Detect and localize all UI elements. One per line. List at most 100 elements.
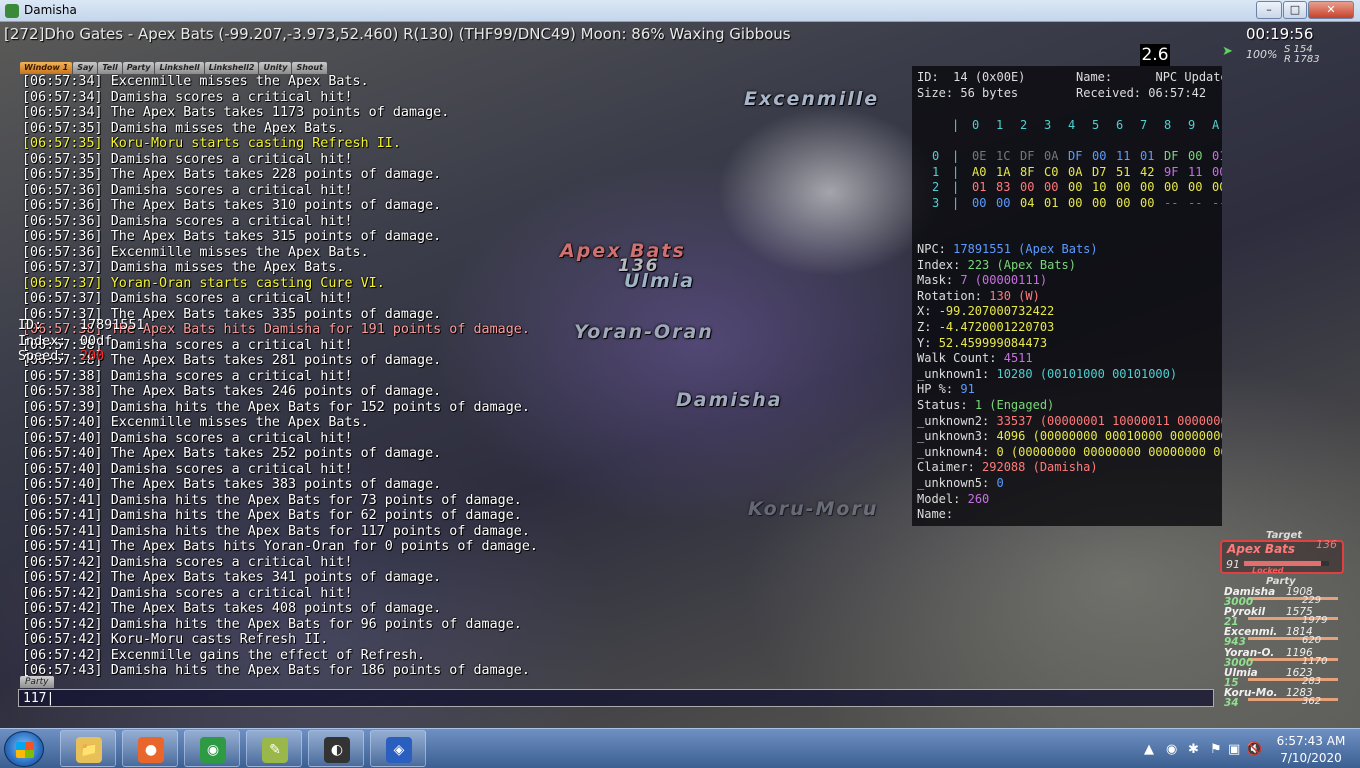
window-title: Damisha <box>24 3 77 17</box>
chat-timestamp: [06:57:38] <box>22 368 103 384</box>
chat-message: Koru-Moru casts Refresh II. <box>110 632 329 647</box>
chat-message: Damisha scores a critical hit! <box>110 182 353 198</box>
maximize-button[interactable]: □ <box>1283 1 1307 19</box>
chat-tab-tell[interactable]: Tell <box>98 62 122 74</box>
chat-timestamp: [06:57:40] <box>22 430 103 446</box>
settings-tray-icon[interactable]: ✱ <box>1188 742 1199 757</box>
obs-studio-icon: ◐ <box>324 737 350 763</box>
hex-column-header: 7 <box>1140 118 1148 132</box>
chat-message: Excenmille gains the effect of Refresh. <box>110 647 426 663</box>
chat-tab-say[interactable]: Say <box>73 62 98 74</box>
minimize-button[interactable]: – <box>1256 1 1282 19</box>
party-member[interactable]: Ulmia 1623 15 283 <box>1222 667 1340 689</box>
taskbar-ffxi-game[interactable]: ◈ <box>370 730 426 767</box>
overlay-target-info: ID: 17891551 Index: 00df Speed: 200 <box>18 318 145 365</box>
party-member[interactable]: Koru-Mo. 1283 34 362 <box>1222 687 1340 709</box>
hex-byte: 0A <box>1044 149 1059 164</box>
packet-field-value: 4096 (00000000 00010000 00000000 0000000… <box>996 429 1222 444</box>
chat-tab-window[interactable]: Window 1 <box>20 62 73 74</box>
chat-timestamp: [06:57:34] <box>22 74 103 89</box>
chat-tab-linkshell[interactable]: Linkshell <box>155 62 204 74</box>
chat-message: The Apex Bats takes 310 points of damage… <box>110 198 442 213</box>
network-icon[interactable]: ▣ <box>1228 742 1240 757</box>
chat-tab-unity[interactable]: Unity <box>259 62 292 74</box>
packet-field-value: 0 (00000000 00000000 00000000 00000000) <box>996 444 1222 459</box>
chat-line: [06:57:37] Yoran-Oran starts casting Cur… <box>22 276 912 292</box>
chat-timestamp: [06:57:36] <box>22 198 103 213</box>
chat-timestamp: [06:57:35] <box>22 167 103 182</box>
chat-line: [06:57:43] Damisha hits the Apex Bats fo… <box>22 663 912 679</box>
taskbar-file-explorer[interactable]: 📁 <box>60 730 116 767</box>
hex-column-header: 9 <box>1188 118 1196 132</box>
chat-tab-linkshell2[interactable]: Linkshell2 <box>204 62 259 74</box>
hex-header-row: |0123456789ABCDEF <box>932 118 1222 134</box>
party-member[interactable]: Damisha 1908 3000 229 <box>1222 586 1340 608</box>
window-title-bar[interactable]: Damisha – □ ✕ <box>0 0 1360 22</box>
packet-field: HP %: 91 <box>917 382 1222 398</box>
game-viewport[interactable]: [272]Dho Gates - Apex Bats (-99.207,-3.9… <box>0 22 1360 728</box>
chat-message: The Apex Bats takes 408 points of damage… <box>110 601 442 616</box>
packet-field-label: Z: <box>917 319 932 334</box>
packet-field-value: 260 <box>967 491 990 506</box>
volume-muted-icon[interactable]: 🔇 <box>1246 742 1262 757</box>
hex-column-header: 2 <box>1020 118 1028 132</box>
chat-message: Damisha misses the Apex Bats. <box>110 260 345 275</box>
tray-time[interactable]: 6:57:43 AM <box>1272 734 1350 748</box>
hex-byte: A0 <box>972 164 987 179</box>
packet-field: Claimer: 292088 (Damisha) <box>917 460 1222 476</box>
chat-timestamp: [06:57:42] <box>22 570 103 585</box>
chat-tab-shout[interactable]: Shout <box>292 62 327 74</box>
taskbar-chrome[interactable]: ◉ <box>184 730 240 767</box>
chat-line: [06:57:42] The Apex Bats takes 341 point… <box>22 570 912 586</box>
chat-message: The Apex Bats takes 335 points of damage… <box>110 306 442 322</box>
hex-byte: DF <box>1164 149 1179 164</box>
chat-log[interactable]: [06:57:34] Excenmille misses the Apex Ba… <box>22 74 912 680</box>
flag-tray-icon[interactable]: ⚑ <box>1210 742 1222 757</box>
tray-date[interactable]: 7/10/2020 <box>1272 751 1350 765</box>
packet-name-received: Name: NPC Update Received: 06:57:42 <box>1076 70 1222 101</box>
close-button[interactable]: ✕ <box>1308 1 1354 19</box>
chat-line: [06:57:42] The Apex Bats takes 408 point… <box>22 601 912 617</box>
overlay-id-label: ID: <box>18 318 43 333</box>
chat-message: Damisha hits the Apex Bats for 186 point… <box>110 663 530 678</box>
packet-field-label: _unknown1: <box>917 366 990 381</box>
party-member[interactable]: Excenmi. 1814 943 620 <box>1222 626 1340 648</box>
packet-field-value: 52.459999084473 <box>938 335 1048 350</box>
chat-line: [06:57:34] Excenmille misses the Apex Ba… <box>22 74 912 90</box>
taskbar-obs-studio[interactable]: ◐ <box>308 730 364 767</box>
chat-input[interactable]: 117| <box>18 689 1214 707</box>
overlay-speed-value: 200 <box>80 349 105 364</box>
chat-line: [06:57:41] Damisha hits the Apex Bats fo… <box>22 493 912 509</box>
party-member[interactable]: Pyrokil 1575 21 1979 <box>1222 606 1340 628</box>
chat-line: [06:57:34] Damisha scores a critical hit… <box>22 90 912 106</box>
chat-message: Koru-Moru starts casting Refresh II. <box>110 136 401 151</box>
packet-field-label: HP %: <box>917 382 954 397</box>
packet-field-label: Name: <box>917 507 954 522</box>
chat-message: Damisha scores a critical hit! <box>110 585 353 601</box>
hex-byte: D7 <box>1092 164 1107 179</box>
party-member-tp: 1979 <box>1302 615 1328 627</box>
target-level: 136 <box>1316 538 1337 551</box>
target-locked-status: Locked <box>1252 566 1284 575</box>
chat-tab-party[interactable]: Party <box>122 62 155 74</box>
taskbar-firefox[interactable]: ● <box>122 730 178 767</box>
chat-line: [06:57:42] Damisha scores a critical hit… <box>22 555 912 571</box>
app-tray-icon[interactable]: ◉ <box>1166 742 1177 757</box>
chat-timestamp: [06:57:41] <box>22 492 103 508</box>
hex-byte: 01 <box>1212 149 1222 164</box>
target-panel[interactable]: Target Apex Bats 136 91 Locked <box>1218 528 1346 575</box>
hex-column-header: 6 <box>1116 118 1124 132</box>
hex-byte: 00 <box>1068 195 1083 210</box>
chat-line: [06:57:40] The Apex Bats takes 252 point… <box>22 446 912 462</box>
show-hidden-icons-icon[interactable]: ▲ <box>1144 742 1154 757</box>
hex-byte: DF <box>1068 149 1083 164</box>
party-member[interactable]: Yoran-O. 1196 3000 1170 <box>1222 647 1340 669</box>
chat-timestamp: [06:57:42] <box>22 632 103 647</box>
start-button[interactable] <box>4 731 44 767</box>
packet-field: _unknown5: 0 <box>917 476 1222 492</box>
taskbar-notepad-app[interactable]: ✎ <box>246 730 302 767</box>
hex-column-header: 4 <box>1068 118 1076 132</box>
chat-line: [06:57:38] Damisha scores a critical hit… <box>22 338 912 354</box>
chat-input-mode[interactable]: Party <box>20 676 54 688</box>
hex-byte: 11 <box>1116 149 1131 164</box>
